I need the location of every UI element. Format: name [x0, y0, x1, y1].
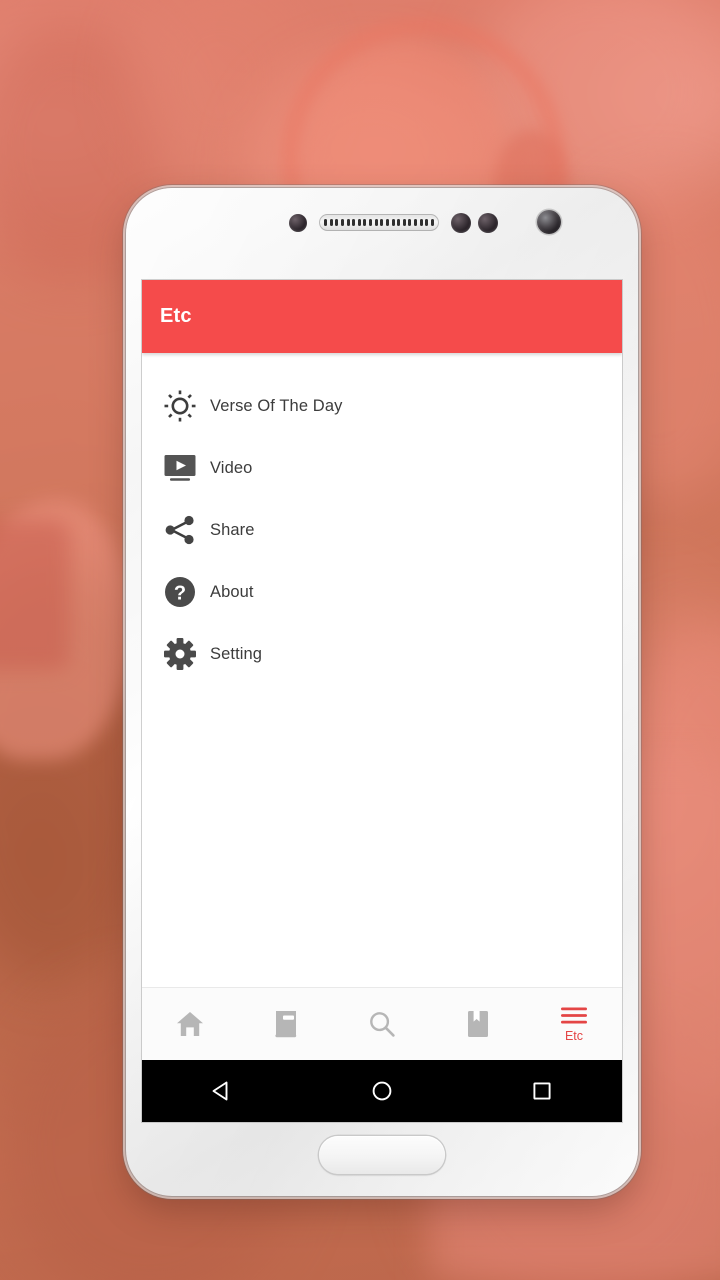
recents-button[interactable]: [514, 1068, 570, 1114]
share-icon: [162, 512, 198, 548]
bottom-navigation-bar: Etc: [142, 987, 622, 1060]
svg-text:?: ?: [174, 583, 186, 605]
hamburger-menu-icon: [558, 1006, 590, 1025]
sensor-dot-icon: [478, 213, 498, 233]
tab-book[interactable]: [238, 988, 334, 1060]
menu-item-label: Share: [210, 520, 255, 539]
menu-item-about[interactable]: ? About: [142, 561, 622, 623]
android-system-nav: [142, 1060, 622, 1122]
app-header: Etc: [142, 280, 622, 353]
back-triangle-icon: [209, 1078, 235, 1104]
proximity-sensor-icon: [289, 214, 307, 232]
menu-item-share[interactable]: Share: [142, 499, 622, 561]
physical-home-button[interactable]: [319, 1136, 445, 1174]
home-icon: [175, 1009, 205, 1039]
gear-icon: [162, 636, 198, 672]
phone-device-mockup: Etc Verse Of The Day Video Share ? About…: [126, 188, 638, 1196]
home-circle-icon: [369, 1078, 395, 1104]
recents-square-icon: [529, 1078, 555, 1104]
page-title: Etc: [160, 305, 192, 327]
book-icon: [272, 1009, 300, 1039]
earpiece-speaker-icon: [319, 214, 439, 231]
tab-etc[interactable]: Etc: [526, 988, 622, 1060]
tab-bookmark[interactable]: [430, 988, 526, 1060]
question-circle-icon: ?: [162, 574, 198, 610]
menu-item-label: Video: [210, 458, 253, 477]
tab-search[interactable]: [334, 988, 430, 1060]
screenshot-stage: Etc Verse Of The Day Video Share ? About…: [0, 0, 720, 1280]
phone-screen: Etc Verse Of The Day Video Share ? About…: [142, 280, 622, 1122]
sensor-dot-icon: [451, 213, 471, 233]
menu-item-verse-of-the-day[interactable]: Verse Of The Day: [142, 375, 622, 437]
menu-item-video[interactable]: Video: [142, 437, 622, 499]
front-camera-icon: [537, 210, 561, 234]
sun-icon: [162, 388, 198, 424]
tab-label-etc: Etc: [564, 1028, 584, 1043]
menu-item-label: About: [210, 582, 254, 601]
content-area: Verse Of The Day Video Share ? About Set…: [142, 353, 622, 987]
etc-menu-list: Verse Of The Day Video Share ? About Set…: [142, 353, 622, 685]
menu-item-label: Setting: [210, 644, 263, 663]
search-icon: [367, 1009, 397, 1039]
home-button-nav[interactable]: [354, 1068, 410, 1114]
video-icon: [162, 450, 198, 486]
menu-item-label: Verse Of The Day: [210, 396, 343, 415]
menu-item-setting[interactable]: Setting: [142, 623, 622, 685]
tab-home[interactable]: [142, 988, 238, 1060]
phone-top-bezel: [126, 188, 638, 280]
back-button[interactable]: [194, 1068, 250, 1114]
bookmark-icon: [465, 1009, 491, 1039]
